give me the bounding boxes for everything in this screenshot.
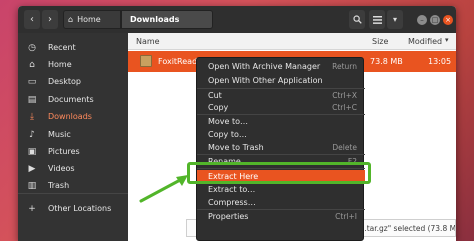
menu-item-copy[interactable]: Copy Ctrl+C — [197, 101, 365, 114]
trash-icon: ▥ — [27, 180, 37, 191]
maximize-button[interactable]: □ — [430, 15, 440, 25]
music-icon: ♪ — [29, 129, 35, 140]
breadcrumb-downloads[interactable]: Downloads — [121, 10, 213, 29]
home-icon: ⌂ — [29, 59, 35, 70]
clock-icon: ◷ — [28, 42, 36, 53]
menu-item-label: Extract to… — [208, 185, 256, 194]
sidebar-item-videos[interactable]: ▶ Videos — [18, 160, 128, 177]
sidebar-item-other-locations[interactable]: + Other Locations — [18, 200, 128, 217]
menu-item-move-to[interactable]: Move to… — [197, 115, 365, 128]
menu-item-label: Move to Trash — [208, 143, 264, 152]
column-header-row: Name Size Modified ▾ — [128, 33, 456, 50]
sidebar-item-label: Documents — [48, 95, 94, 104]
chevron-right-icon: › — [48, 14, 52, 25]
menu-item-label: Properties — [208, 212, 249, 221]
minimize-button[interactable]: – — [417, 15, 427, 25]
close-button[interactable]: × — [443, 15, 453, 25]
sort-arrow-icon[interactable]: ▾ — [445, 36, 449, 44]
menu-item-compress[interactable]: Compress… — [197, 196, 365, 209]
menu-item-label: Open With Other Application — [208, 76, 323, 85]
file-modified: 13:05 — [428, 57, 452, 66]
menu-item-copy-to[interactable]: Copy to… — [197, 128, 365, 141]
menu-item-shortcut: Ctrl+I — [335, 212, 357, 221]
forward-button[interactable]: › — [42, 10, 58, 29]
maximize-icon: □ — [431, 16, 439, 24]
sidebar-item-label: Desktop — [48, 77, 81, 86]
minimize-icon: – — [420, 16, 424, 24]
menu-item-properties[interactable]: Properties Ctrl+I — [197, 210, 365, 223]
camera-icon: ▣ — [27, 146, 37, 157]
column-name-header[interactable]: Name — [136, 37, 160, 46]
menu-item-shortcut: Return — [332, 62, 357, 71]
document-icon: ▤ — [27, 94, 37, 105]
search-icon — [352, 15, 362, 24]
menu-item-shortcut: Ctrl+C — [332, 103, 357, 112]
places-sidebar: ◷ Recent ⌂ Home ▭ Desktop ▤ Documents ⤓ … — [18, 33, 128, 241]
sidebar-item-pictures[interactable]: ▣ Pictures — [18, 143, 128, 160]
sidebar-divider — [18, 193, 128, 194]
back-button[interactable]: ‹ — [24, 10, 40, 29]
sidebar-item-desktop[interactable]: ▭ Desktop — [18, 73, 128, 90]
sidebar-item-label: Trash — [48, 181, 70, 190]
menu-item-shortcut: Ctrl+X — [332, 91, 357, 100]
sidebar-item-label: Pictures — [48, 147, 80, 156]
sidebar-item-recent[interactable]: ◷ Recent — [18, 39, 128, 56]
sidebar-item-documents[interactable]: ▤ Documents — [18, 91, 128, 108]
breadcrumb-home[interactable]: ⌂ Home — [63, 10, 121, 29]
menu-item-label: Copy — [208, 103, 229, 112]
column-size-header[interactable]: Size — [372, 37, 388, 46]
sidebar-item-label: Home — [48, 60, 72, 69]
header-bar: ‹ › ⌂ Home Downloads ▾ – □ × — [18, 6, 456, 33]
folder-icon: ▭ — [27, 76, 37, 87]
hamburger-menu-icon: ▾ — [392, 15, 397, 24]
sidebar-item-label: Downloads — [48, 112, 92, 121]
menu-item-extract-to[interactable]: Extract to… — [197, 183, 365, 196]
sidebar-item-trash[interactable]: ▥ Trash — [18, 177, 128, 194]
file-size: 73.8 MB — [370, 57, 403, 66]
annotation-highlight-box — [187, 162, 371, 184]
sidebar-item-label: Music — [48, 130, 71, 139]
home-icon: ⌂ — [68, 15, 74, 24]
sidebar-item-home[interactable]: ⌂ Home — [18, 56, 128, 73]
annotation-arrow-icon — [139, 175, 188, 203]
menu-item-label: Copy to… — [208, 130, 247, 139]
sidebar-item-label: Videos — [48, 164, 75, 173]
chevron-left-icon: ‹ — [30, 14, 34, 25]
download-icon: ⤓ — [30, 111, 34, 122]
sidebar-item-label: Recent — [48, 43, 76, 52]
close-icon: × — [445, 16, 451, 24]
app-menu-button[interactable]: ▾ — [387, 10, 403, 29]
breadcrumb-current-label: Downloads — [130, 15, 180, 24]
plus-icon: + — [28, 203, 36, 214]
sidebar-item-downloads[interactable]: ⤓ Downloads — [18, 108, 128, 125]
menu-item-open-with-other-application[interactable]: Open With Other Application — [197, 74, 365, 87]
menu-item-label: Compress… — [208, 198, 256, 207]
sidebar-item-music[interactable]: ♪ Music — [18, 126, 128, 143]
menu-item-move-to-trash[interactable]: Move to Trash Delete — [197, 141, 365, 154]
list-view-button[interactable] — [369, 10, 385, 29]
column-modified-header[interactable]: Modified — [408, 37, 442, 46]
search-button[interactable] — [349, 10, 365, 29]
context-menu: Open With Archive Manager Return Open Wi… — [196, 57, 365, 241]
menu-item-label: Open With Archive Manager — [208, 62, 321, 71]
menu-item-open-with-archive-manager[interactable]: Open With Archive Manager Return — [197, 60, 365, 73]
breadcrumb-home-label: Home — [77, 15, 101, 24]
menu-item-label: Cut — [208, 91, 222, 100]
sidebar-item-label: Other Locations — [48, 204, 112, 213]
video-icon: ▶ — [28, 163, 36, 174]
menu-item-label: Move to… — [208, 117, 249, 126]
list-view-icon — [372, 15, 382, 24]
menu-item-shortcut: Delete — [332, 143, 357, 152]
archive-file-icon — [140, 55, 152, 67]
